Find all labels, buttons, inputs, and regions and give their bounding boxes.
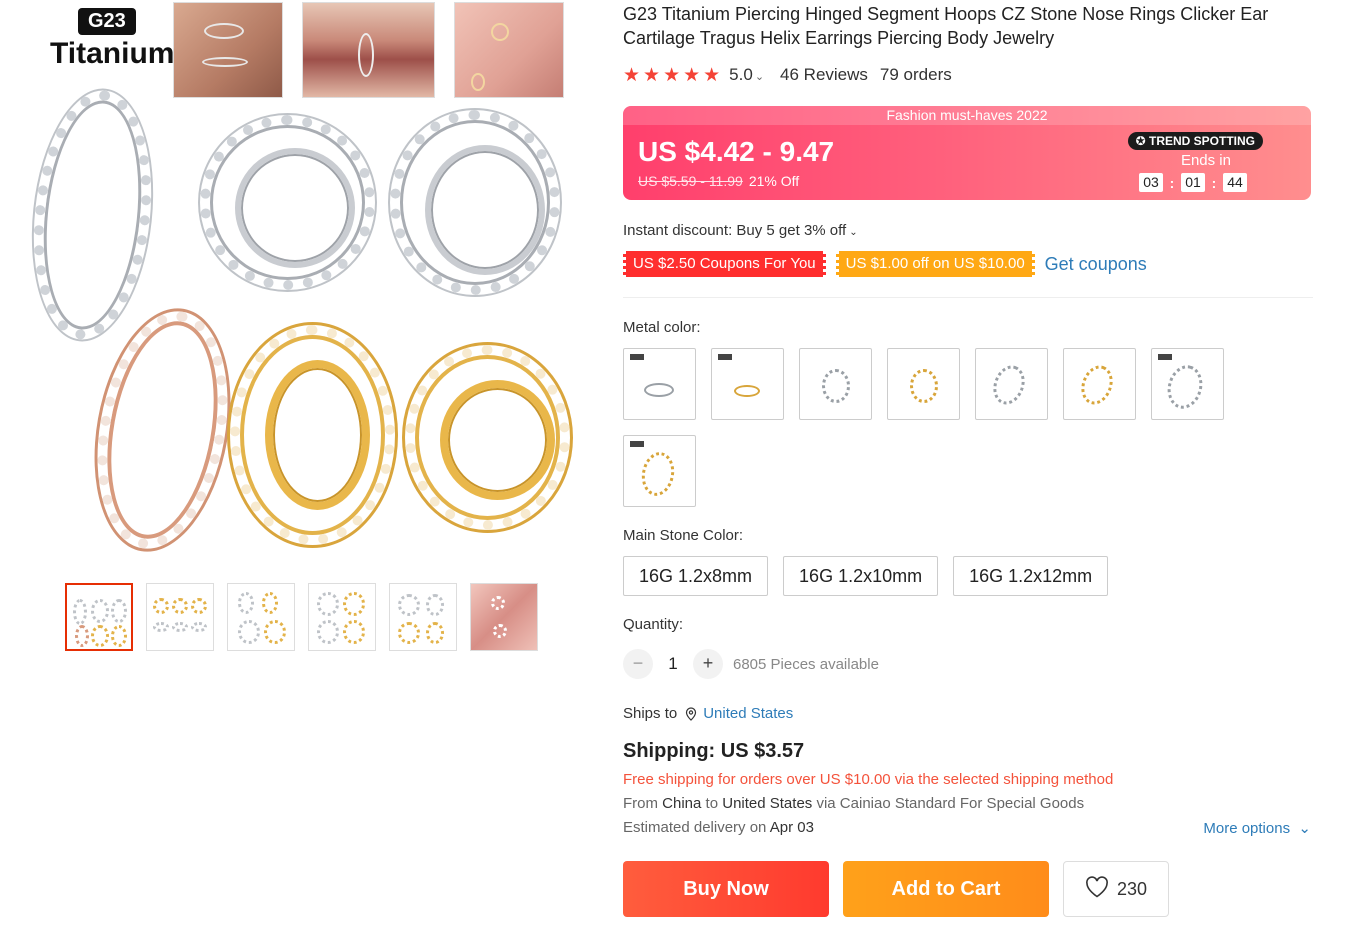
- instant-discount[interactable]: Instant discount: Buy 5 get 3% off ⌄: [623, 222, 1313, 239]
- product-title: G23 Titanium Piercing Hinged Segment Hoo…: [623, 4, 1269, 48]
- estimated-delivery: Estimated delivery on Apr 03: [623, 819, 814, 837]
- thumbnail-6[interactable]: [470, 583, 538, 651]
- main-product-image[interactable]: G23 Titanium: [20, 0, 580, 570]
- timer-hours: 03: [1139, 173, 1163, 192]
- quantity-label: Quantity:: [623, 616, 684, 633]
- origin-country: China: [662, 795, 702, 812]
- action-buttons: Buy Now Add to Cart 230: [623, 861, 1313, 917]
- delivery-prefix: Estimated delivery on: [623, 819, 767, 836]
- silver-double-ring-inner: [235, 148, 355, 268]
- shipping-cost: Shipping: US $3.57: [623, 740, 805, 762]
- rose-gold-single-ring: [80, 300, 245, 560]
- thumbnail-2[interactable]: [146, 583, 214, 651]
- swatch-silver-double[interactable]: [975, 348, 1048, 420]
- brand-logo: G23 Titanium: [50, 8, 175, 71]
- add-to-cart-button[interactable]: Add to Cart: [843, 861, 1049, 917]
- shipping-route: From China to United States via Cainiao …: [623, 795, 1313, 812]
- ships-to-row: Ships to United States: [623, 705, 1313, 722]
- rating-row: ★★★★★ 5.0 ⌄ 46 Reviews 79 orders: [623, 62, 1313, 88]
- quantity-stepper: − 1 + 6805 Pieces available: [623, 649, 1313, 679]
- thumbnail-1[interactable]: [65, 583, 133, 651]
- metal-color-swatches: [623, 348, 1243, 507]
- divider: [623, 297, 1313, 298]
- heart-icon: [1085, 875, 1109, 903]
- timer-separator: :: [1169, 174, 1175, 191]
- thumbnail-5[interactable]: [389, 583, 457, 651]
- instant-discount-text: Instant discount: Buy 5 get 3% off: [623, 222, 847, 239]
- thumbnail-4[interactable]: [308, 583, 376, 651]
- select-coupon[interactable]: US $1.00 off on US $10.00: [835, 251, 1035, 277]
- free-shipping-note: Free shipping for orders over US $10.00 …: [623, 771, 1114, 788]
- chevron-down-icon: ⌄: [1294, 820, 1311, 837]
- shipping-method: via Cainiao Standard For Special Goods: [816, 795, 1085, 812]
- promo-price-banner: Fashion must-haves 2022 US $4.42 - 9.47 …: [623, 106, 1311, 200]
- discount-percent: 21% Off: [748, 173, 800, 189]
- more-options-label: More options: [1203, 820, 1291, 837]
- location-pin-icon: [685, 706, 697, 721]
- brand-word: Titanium: [50, 37, 175, 70]
- swatch-gold-thin[interactable]: [711, 348, 784, 420]
- to-word: to: [705, 795, 719, 812]
- stone-size-options: 16G 1.2x8mm 16G 1.2x10mm 16G 1.2x12mm: [623, 556, 1313, 596]
- ships-to-label: Ships to: [623, 705, 678, 722]
- metal-color-label: Metal color:: [623, 319, 701, 336]
- promo-banner-label: Fashion must-haves 2022: [623, 106, 1311, 125]
- timer-seconds: 44: [1223, 173, 1247, 192]
- pieces-available: 6805 Pieces available: [733, 655, 879, 673]
- chevron-down-icon: ⌄: [754, 71, 765, 83]
- buy-now-button[interactable]: Buy Now: [623, 861, 829, 917]
- star-rating-icon: ★★★★★: [623, 64, 724, 86]
- size-option-8mm[interactable]: 16G 1.2x8mm: [623, 556, 769, 596]
- coupon-row: US $2.50 Coupons For You US $1.00 off on…: [623, 251, 1313, 277]
- wishlist-button[interactable]: 230: [1063, 861, 1169, 917]
- destination-country: United States: [722, 795, 813, 812]
- thumbnail-3[interactable]: [227, 583, 295, 651]
- ships-to-country-link[interactable]: United States: [703, 705, 793, 722]
- original-price-row: US $5.59 - 11.99 21% Off: [638, 173, 799, 189]
- swatch-silver-single[interactable]: [1151, 348, 1224, 420]
- swatch-silver-triple[interactable]: [799, 348, 872, 420]
- silver-triple-ring-inner: [425, 145, 545, 275]
- swatch-silver-thin[interactable]: [623, 348, 696, 420]
- from-prefix: From: [623, 795, 658, 812]
- price-range: US $4.42 - 9.47: [638, 136, 835, 167]
- more-options-link[interactable]: More options ⌄: [1203, 819, 1311, 837]
- orders-count: 79 orders: [879, 65, 952, 84]
- ear-photo-inset: [173, 2, 283, 98]
- rating-number: 5.0: [729, 65, 753, 84]
- size-option-12mm[interactable]: 16G 1.2x12mm: [953, 556, 1109, 596]
- ear-piercings-photo-inset: [454, 2, 564, 98]
- timer-minutes: 01: [1181, 173, 1205, 192]
- size-option-10mm[interactable]: 16G 1.2x10mm: [783, 556, 939, 596]
- swatch-gold-single[interactable]: [623, 435, 696, 507]
- ends-in-label: Ends in: [1180, 152, 1231, 169]
- get-coupons-link[interactable]: Get coupons: [1045, 254, 1147, 275]
- gold-triple-ring-inner: [440, 380, 555, 500]
- rating-value[interactable]: 5.0 ⌄: [729, 65, 764, 85]
- timer-separator: :: [1211, 174, 1217, 191]
- delivery-row: Estimated delivery on Apr 03 More option…: [623, 819, 1311, 837]
- trend-spotting-badge: ✪ TREND SPOTTING: [1127, 132, 1263, 150]
- brand-code: G23: [78, 8, 136, 35]
- swatch-gold-double[interactable]: [1063, 348, 1136, 420]
- product-gallery: G23 Titanium: [20, 0, 580, 651]
- lip-photo-inset: [302, 2, 435, 98]
- swatch-gold-triple[interactable]: [887, 348, 960, 420]
- decrease-quantity-button[interactable]: −: [623, 649, 653, 679]
- delivery-date: Apr 03: [769, 819, 814, 836]
- thumbnail-strip: [65, 583, 538, 651]
- gold-double-ring-inner: [265, 360, 370, 510]
- quantity-input[interactable]: 1: [653, 654, 693, 674]
- product-info: G23 Titanium Piercing Hinged Segment Hoo…: [623, 0, 1313, 917]
- reviews-link[interactable]: 46 Reviews: [780, 65, 868, 85]
- wishlist-count: 230: [1116, 878, 1148, 899]
- chevron-down-icon: ⌄: [849, 227, 858, 238]
- countdown-timer: 03 : 01 : 44: [1139, 173, 1247, 192]
- original-price: US $5.59 - 11.99: [638, 173, 743, 189]
- trend-badge-text: TREND SPOTTING: [1148, 134, 1255, 148]
- store-coupon[interactable]: US $2.50 Coupons For You: [623, 251, 826, 277]
- increase-quantity-button[interactable]: +: [693, 649, 723, 679]
- silver-single-ring: [22, 84, 163, 346]
- stone-color-label: Main Stone Color:: [623, 527, 744, 544]
